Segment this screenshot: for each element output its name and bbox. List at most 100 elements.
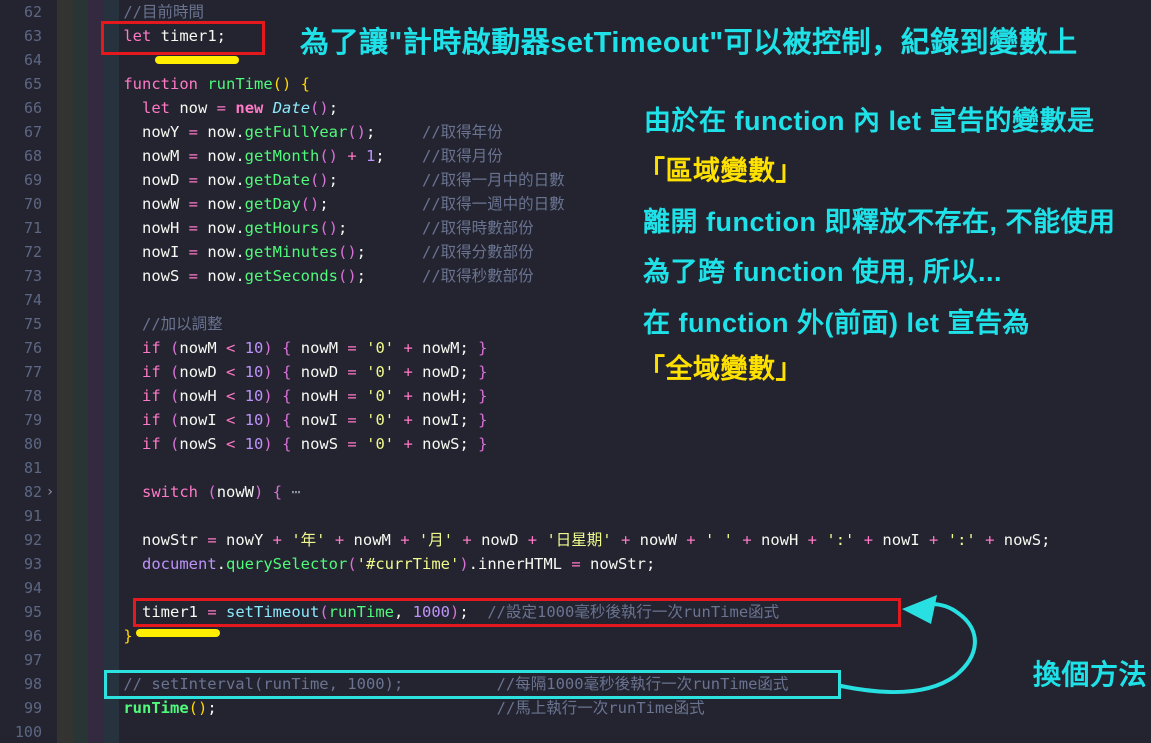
code-line[interactable]: 93 document.querySelector('#currTime').i… (0, 552, 1151, 576)
code-line[interactable]: 62 //目前時間 (0, 0, 1151, 24)
code-line[interactable]: 76 if (nowM < 10) { nowM = '0' + nowM; } (0, 336, 1151, 360)
fold-gutter (42, 120, 58, 144)
code-text: runTime(); //馬上執行一次runTime函式 (58, 696, 705, 720)
code-line[interactable]: 77 if (nowD < 10) { nowD = '0' + nowD; } (0, 360, 1151, 384)
line-number[interactable]: 81 (0, 456, 42, 480)
code-line[interactable]: 64 (0, 48, 1151, 72)
code-line[interactable]: 80 if (nowS < 10) { nowS = '0' + nowS; } (0, 432, 1151, 456)
line-number[interactable]: 94 (0, 576, 42, 600)
code-line[interactable]: 71 nowH = now.getHours(); //取得時數部份 (0, 216, 1151, 240)
code-text: function runTime() { (58, 72, 310, 96)
line-number[interactable]: 77 (0, 360, 42, 384)
line-number[interactable]: 68 (0, 144, 42, 168)
line-number[interactable]: 69 (0, 168, 42, 192)
code-line[interactable]: 67 nowY = now.getFullYear(); //取得年份 (0, 120, 1151, 144)
code-text: } (58, 624, 133, 648)
fold-gutter (42, 552, 58, 576)
fold-chevron-icon[interactable]: › (42, 480, 58, 504)
line-number[interactable]: 71 (0, 216, 42, 240)
line-number[interactable]: 98 (0, 672, 42, 696)
code-line[interactable]: 91 (0, 504, 1151, 528)
code-text: document.querySelector('#currTime').inne… (58, 552, 655, 576)
line-number[interactable]: 67 (0, 120, 42, 144)
line-number[interactable]: 64 (0, 48, 42, 72)
code-line[interactable]: 94 (0, 576, 1151, 600)
line-number[interactable]: 99 (0, 696, 42, 720)
code-line[interactable]: 81 (0, 456, 1151, 480)
line-number[interactable]: 70 (0, 192, 42, 216)
code-line[interactable]: 68 nowM = now.getMonth() + 1; //取得月份 (0, 144, 1151, 168)
line-number[interactable]: 63 (0, 24, 42, 48)
line-number[interactable]: 95 (0, 600, 42, 624)
line-number[interactable]: 91 (0, 504, 42, 528)
code-text: if (nowD < 10) { nowD = '0' + nowD; } (58, 360, 487, 384)
fold-gutter (42, 312, 58, 336)
line-number[interactable]: 82 (0, 480, 42, 504)
fold-gutter (42, 696, 58, 720)
code-line[interactable]: 72 nowI = now.getMinutes(); //取得分數部份 (0, 240, 1151, 264)
line-number[interactable]: 76 (0, 336, 42, 360)
code-line[interactable]: 82› switch (nowW) { ⋯ (0, 480, 1151, 504)
code-line[interactable]: 69 nowD = now.getDate(); //取得一月中的日數 (0, 168, 1151, 192)
code-text: nowStr = nowY + '年' + nowM + '月' + nowD … (58, 528, 1050, 552)
fold-gutter (42, 672, 58, 696)
fold-gutter (42, 432, 58, 456)
fold-gutter (42, 408, 58, 432)
fold-gutter (42, 72, 58, 96)
fold-gutter (42, 336, 58, 360)
code-text: nowW = now.getDay(); //取得一週中的日數 (58, 192, 565, 216)
line-number[interactable]: 92 (0, 528, 42, 552)
code-line[interactable]: 70 nowW = now.getDay(); //取得一週中的日數 (0, 192, 1151, 216)
code-line[interactable]: 63 let timer1; (0, 24, 1151, 48)
code-line[interactable]: 97 (0, 648, 1151, 672)
fold-gutter (42, 24, 58, 48)
line-number[interactable]: 75 (0, 312, 42, 336)
line-number[interactable]: 66 (0, 96, 42, 120)
code-line[interactable]: 98 // setInterval(runTime, 1000); //每隔10… (0, 672, 1151, 696)
fold-gutter (42, 384, 58, 408)
line-number[interactable]: 97 (0, 648, 42, 672)
code-line[interactable]: 78 if (nowH < 10) { nowH = '0' + nowH; } (0, 384, 1151, 408)
fold-gutter (42, 48, 58, 72)
code-text: nowM = now.getMonth() + 1; //取得月份 (58, 144, 503, 168)
code-text: //目前時間 (58, 0, 204, 24)
code-line[interactable]: 96 } (0, 624, 1151, 648)
fold-gutter (42, 528, 58, 552)
line-number[interactable]: 80 (0, 432, 42, 456)
code-text: if (nowM < 10) { nowM = '0' + nowM; } (58, 336, 487, 360)
code-line[interactable]: 92 nowStr = nowY + '年' + nowM + '月' + no… (0, 528, 1151, 552)
fold-gutter (42, 264, 58, 288)
code-text: if (nowH < 10) { nowH = '0' + nowH; } (58, 384, 487, 408)
fold-gutter (42, 192, 58, 216)
code-text: switch (nowW) { ⋯ (58, 480, 301, 504)
line-number[interactable]: 65 (0, 72, 42, 96)
line-number[interactable]: 79 (0, 408, 42, 432)
line-number[interactable]: 78 (0, 384, 42, 408)
fold-gutter (42, 600, 58, 624)
code-text: nowH = now.getHours(); //取得時數部份 (58, 216, 534, 240)
line-number[interactable]: 96 (0, 624, 42, 648)
code-line[interactable]: 74 (0, 288, 1151, 312)
code-line[interactable]: 73 nowS = now.getSeconds(); //取得秒數部份 (0, 264, 1151, 288)
line-number[interactable]: 72 (0, 240, 42, 264)
line-number[interactable]: 62 (0, 0, 42, 24)
fold-gutter (42, 360, 58, 384)
code-line[interactable]: 66 let now = new Date(); (0, 96, 1151, 120)
code-line[interactable]: 100 (0, 720, 1151, 743)
code-text: nowD = now.getDate(); //取得一月中的日數 (58, 168, 565, 192)
fold-gutter (42, 288, 58, 312)
code-line[interactable]: 79 if (nowI < 10) { nowI = '0' + nowI; } (0, 408, 1151, 432)
editor-code-area[interactable]: 62 //目前時間63 let timer1;6465 function run… (0, 0, 1151, 743)
fold-gutter (42, 624, 58, 648)
line-number[interactable]: 93 (0, 552, 42, 576)
line-number[interactable]: 100 (0, 720, 42, 743)
fold-gutter (42, 216, 58, 240)
line-number[interactable]: 74 (0, 288, 42, 312)
code-line[interactable]: 95 timer1 = setTimeout(runTime, 1000); /… (0, 600, 1151, 624)
code-text: let now = new Date(); (58, 96, 338, 120)
line-number[interactable]: 73 (0, 264, 42, 288)
code-text: nowY = now.getFullYear(); //取得年份 (58, 120, 503, 144)
code-line[interactable]: 65 function runTime() { (0, 72, 1151, 96)
code-line[interactable]: 99 runTime(); //馬上執行一次runTime函式 (0, 696, 1151, 720)
code-line[interactable]: 75 //加以調整 (0, 312, 1151, 336)
